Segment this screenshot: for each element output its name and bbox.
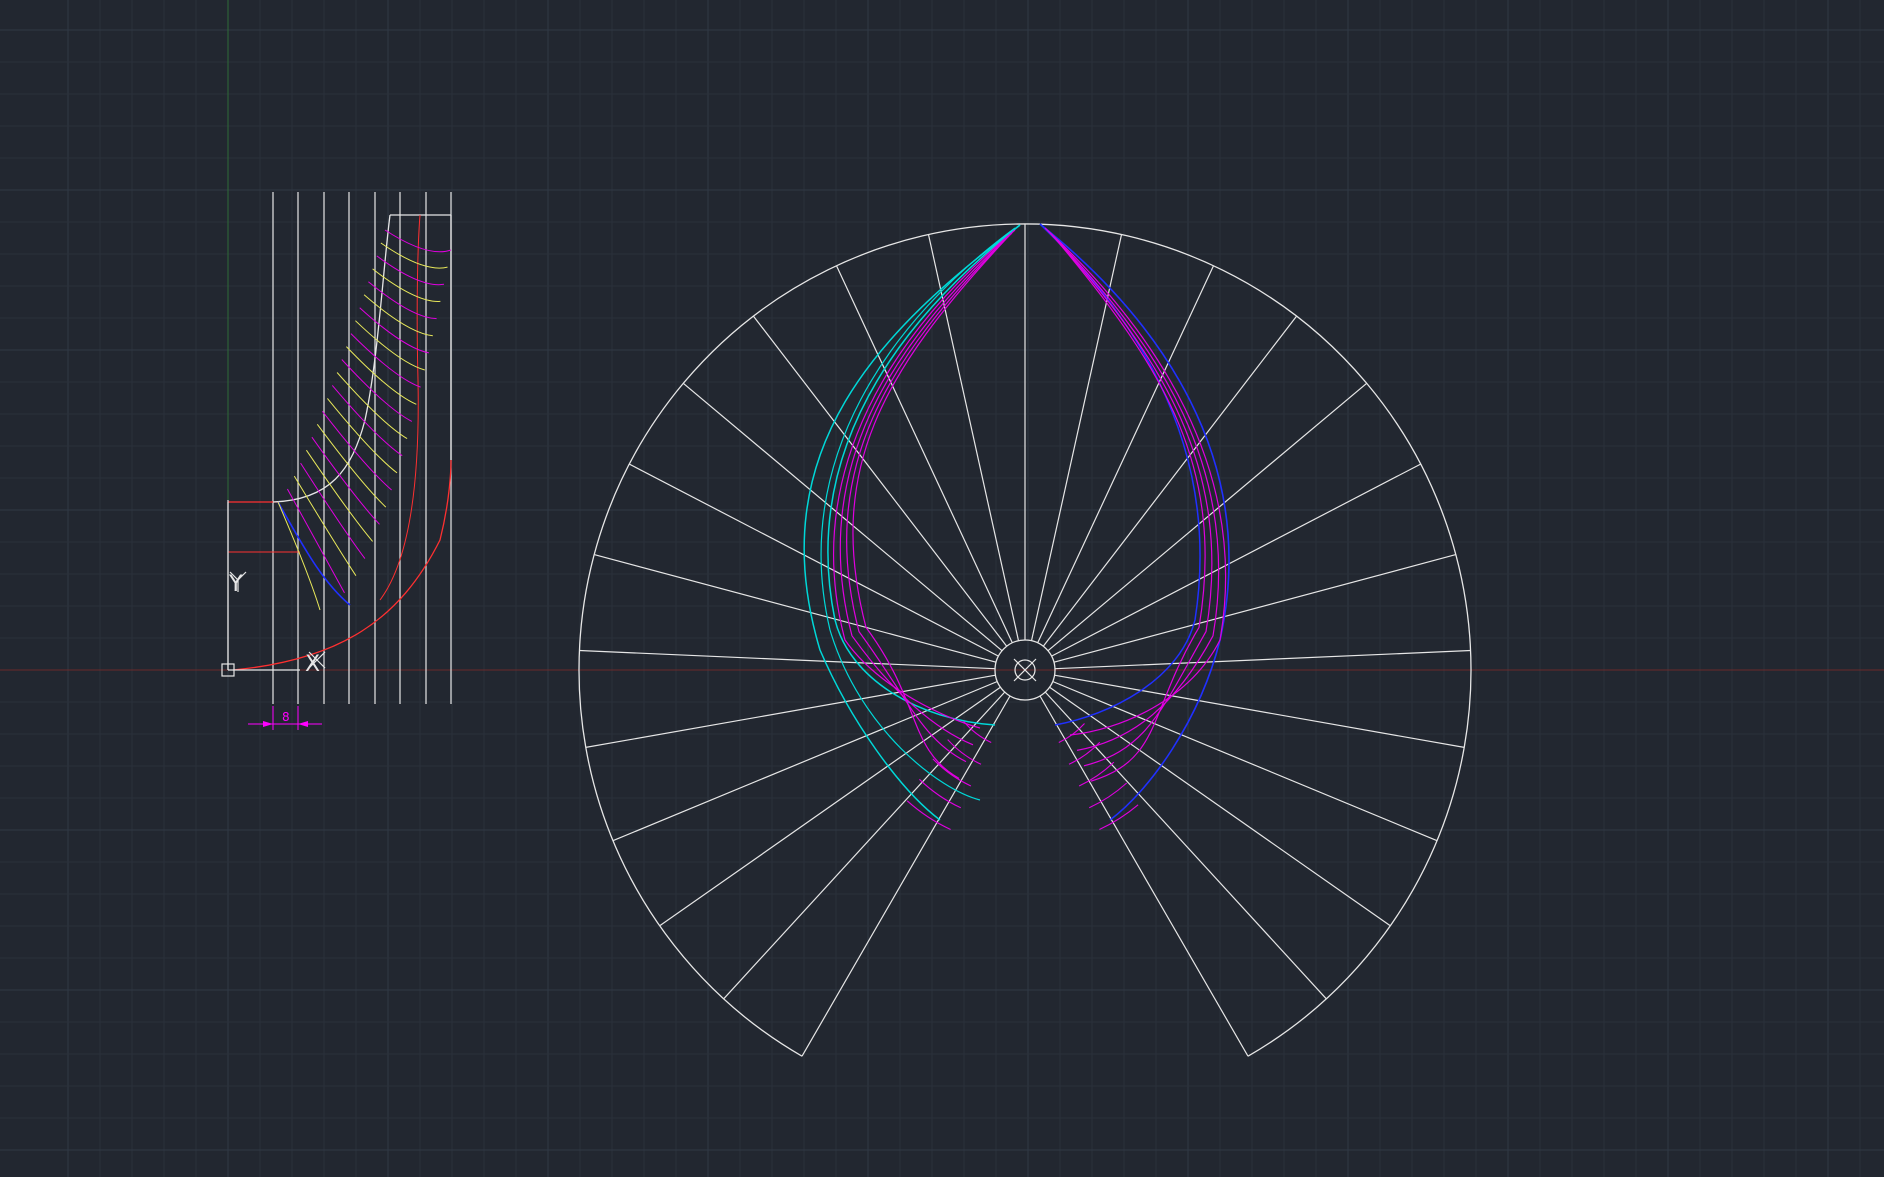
meridional-hatch-line [327,398,398,474]
radial-division-line [594,554,997,663]
radial-division-line [585,674,996,748]
meridional-hatch-line [293,475,357,576]
dimension-text: 8 [282,710,290,724]
ucs-axes [0,0,1884,671]
cad-drawing-viewport[interactable]: Y X 8 [0,0,1884,1177]
meridional-hatch-line [286,488,345,594]
meridional-hatch-line [305,449,373,542]
blade-magenta-left [846,235,1010,763]
ucs-y-label: Y [228,572,243,597]
blade-magenta-right [1053,236,1206,782]
meridional-hatch-line [300,462,366,559]
radial-division-line [1030,234,1123,641]
meridional-hatch-line [350,333,421,388]
meridional-hatch-line [341,359,413,422]
radial-division-line [1054,649,1471,670]
dimension-arrow-right [298,721,308,727]
blade-section-arc-left [919,778,962,809]
blade-magenta-right [1044,227,1227,736]
meridional-section-view[interactable] [227,192,452,704]
blade-section-arc-right [1088,782,1128,809]
radial-division-line [659,686,1001,927]
blade-section-arc-left [906,800,951,830]
dimension-arrow-left [263,721,273,727]
radial-division-line [579,649,996,670]
dimension-annotation[interactable]: 8 [248,706,322,730]
radial-division-line [723,691,1006,1000]
meridional-hatch-line [380,242,448,269]
blade-cyan-inner [827,224,1021,726]
meridional-hatch-line [311,436,380,525]
blade-plan-view[interactable] [578,223,1472,1057]
meridional-hatch-line [277,501,321,611]
radial-division-line [1053,554,1456,663]
hub-profile-curve [272,214,391,503]
radial-division-line [1054,674,1465,748]
leading-edge-blue [277,501,351,606]
grid [0,0,1884,1177]
meridional-hatch-line [355,320,425,371]
blade-section-arc-right [1058,723,1085,743]
